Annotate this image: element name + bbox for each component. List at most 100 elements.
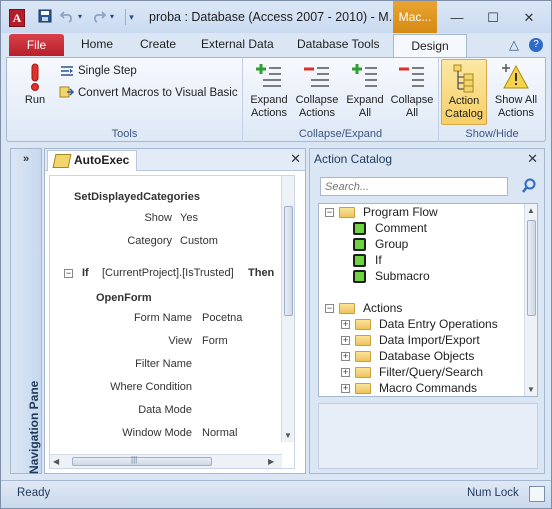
scroll-down-arrow-icon[interactable]: ▼ [284, 431, 292, 440]
arg-value[interactable]: Yes [180, 212, 198, 224]
tab-autoexec[interactable]: AutoExec [47, 150, 137, 171]
collapse-toggle[interactable]: − [325, 304, 334, 314]
expand-toggle[interactable]: + [341, 320, 350, 330]
tab-database-tools[interactable]: Database Tools [297, 37, 380, 51]
expand-all-icon [351, 62, 379, 92]
node-label: Data Import/Export [379, 333, 480, 347]
tree-item-submacro[interactable]: Submacro [353, 268, 430, 284]
macro-horizontal-scroll-thumb[interactable]: ||| [72, 455, 212, 466]
expand-nav-pane-icon[interactable]: » [11, 153, 41, 165]
tree-node-database-objects[interactable]: + Database Objects [341, 348, 474, 364]
macro-vertical-scroll-thumb[interactable] [284, 206, 293, 316]
macro-horizontal-scrollbar[interactable]: ◀ ||| ▶ [50, 454, 282, 468]
maximize-button[interactable]: ☐ [481, 9, 505, 27]
show-all-actions-button[interactable]: Show All Actions [491, 62, 541, 120]
flow-item-icon [353, 254, 366, 268]
navigation-pane[interactable]: » Navigation Pane [10, 148, 42, 474]
run-label: Run [24, 94, 46, 106]
tree-node-actions[interactable]: − Actions [325, 300, 402, 316]
undo-dropdown-icon[interactable]: ▾ [75, 9, 85, 25]
tab-design[interactable]: Design [393, 34, 467, 58]
status-bar: Ready Num Lock [1, 480, 551, 508]
minimize-button[interactable]: — [445, 9, 469, 27]
redo-dropdown-icon[interactable]: ▾ [107, 9, 117, 25]
tools-group-label: Tools [111, 128, 138, 140]
expand-all-line1: Expand [346, 94, 384, 106]
collapse-toggle[interactable]: − [325, 208, 334, 218]
show-all-actions-icon [502, 62, 530, 92]
close-document-button[interactable]: ✕ [290, 151, 301, 167]
tab-external-data[interactable]: External Data [201, 37, 274, 51]
arg-value[interactable]: Normal [202, 427, 237, 439]
collapse-all-line1: Collapse [390, 94, 434, 106]
if-block-header[interactable]: − If [64, 267, 89, 279]
tab-create[interactable]: Create [140, 37, 176, 51]
if-keyword: If [82, 267, 89, 279]
design-view-icon[interactable] [529, 486, 545, 502]
arg-label: Where Condition [110, 381, 192, 393]
scroll-right-arrow-icon[interactable]: ▶ [268, 457, 274, 466]
scroll-left-arrow-icon[interactable]: ◀ [53, 457, 59, 466]
macro-vertical-scrollbar[interactable]: ▼ [281, 176, 294, 442]
item-label: Comment [375, 221, 428, 235]
expand-toggle[interactable]: + [341, 384, 350, 394]
tab-home[interactable]: Home [81, 37, 113, 51]
show-all-actions-line1: Show All [494, 94, 538, 106]
arg-value[interactable]: Form [202, 335, 228, 347]
redo-icon[interactable] [91, 9, 107, 25]
tree-item-if[interactable]: If [353, 252, 382, 268]
arg-value[interactable]: Custom [180, 235, 218, 247]
expand-all-button[interactable]: Expand All [343, 62, 387, 120]
tree-item-comment[interactable]: Comment [353, 220, 427, 236]
action-catalog-line2: Catalog [445, 108, 483, 120]
save-icon[interactable] [37, 9, 53, 25]
folder-icon [355, 335, 371, 347]
single-step-button[interactable]: Single Step [59, 64, 137, 78]
help-icon[interactable]: ? [529, 38, 543, 52]
catalog-tree-scrollbar[interactable]: ▲ ▼ [524, 204, 537, 396]
expand-toggle[interactable]: + [341, 336, 350, 346]
collapse-all-button[interactable]: Collapse All [389, 62, 435, 120]
arg-label: Category [127, 235, 172, 247]
tree-item-group[interactable]: Group [353, 236, 408, 252]
customize-qat-icon[interactable]: ▾ [125, 9, 137, 25]
tab-file[interactable]: File [9, 34, 64, 56]
tree-node-filter-query-search[interactable]: + Filter/Query/Search [341, 364, 483, 380]
action-set-displayed-categories[interactable]: SetDisplayedCategories [74, 191, 200, 203]
tree-node-data-entry[interactable]: + Data Entry Operations [341, 316, 498, 332]
node-label: Filter/Query/Search [379, 365, 484, 379]
macro-body: SetDisplayedCategories Show Yes Category… [49, 175, 295, 469]
tree-node-data-import-export[interactable]: + Data Import/Export [341, 332, 480, 348]
access-app-icon[interactable]: A [9, 9, 25, 27]
if-condition[interactable]: [CurrentProject].[IsTrusted] [102, 267, 234, 279]
collapse-actions-button[interactable]: Collapse Actions [293, 62, 341, 120]
catalog-description-panel [318, 403, 538, 469]
action-open-form[interactable]: OpenForm [96, 292, 152, 304]
action-catalog-line1: Action [448, 95, 480, 107]
search-icon[interactable] [520, 177, 538, 195]
undo-icon[interactable] [59, 9, 75, 25]
convert-macros-button[interactable]: Convert Macros to Visual Basic [59, 86, 238, 100]
scroll-down-arrow-icon[interactable]: ▼ [527, 385, 535, 394]
scroll-up-arrow-icon[interactable]: ▲ [527, 206, 535, 215]
expand-actions-button[interactable]: Expand Actions [247, 62, 291, 120]
minimize-ribbon-icon[interactable]: △ [509, 37, 519, 53]
catalog-tree: − Program Flow Comment Group If Submacro … [318, 203, 538, 397]
collapse-all-icon [398, 62, 426, 92]
run-button[interactable]: Run [17, 62, 53, 107]
tree-node-macro-commands[interactable]: + Macro Commands [341, 380, 477, 396]
expand-toggle[interactable]: + [341, 368, 350, 378]
catalog-tree-scroll-thumb[interactable] [527, 220, 536, 316]
convert-macros-icon [59, 86, 75, 100]
close-window-button[interactable]: ✕ [517, 9, 541, 27]
arg-label: Data Mode [138, 404, 192, 416]
close-action-catalog-button[interactable]: ✕ [527, 151, 538, 167]
action-catalog-button[interactable]: Action Catalog [441, 59, 487, 125]
tree-node-program-flow[interactable]: − Program Flow [325, 204, 438, 220]
arg-value[interactable]: Pocetna [202, 312, 242, 324]
macro-icon [52, 154, 72, 168]
ribbon-tabs: File Home Create External Data Database … [1, 33, 551, 58]
collapse-if-toggle[interactable]: − [64, 268, 73, 278]
expand-toggle[interactable]: + [341, 352, 350, 362]
catalog-search-input[interactable] [320, 177, 508, 196]
